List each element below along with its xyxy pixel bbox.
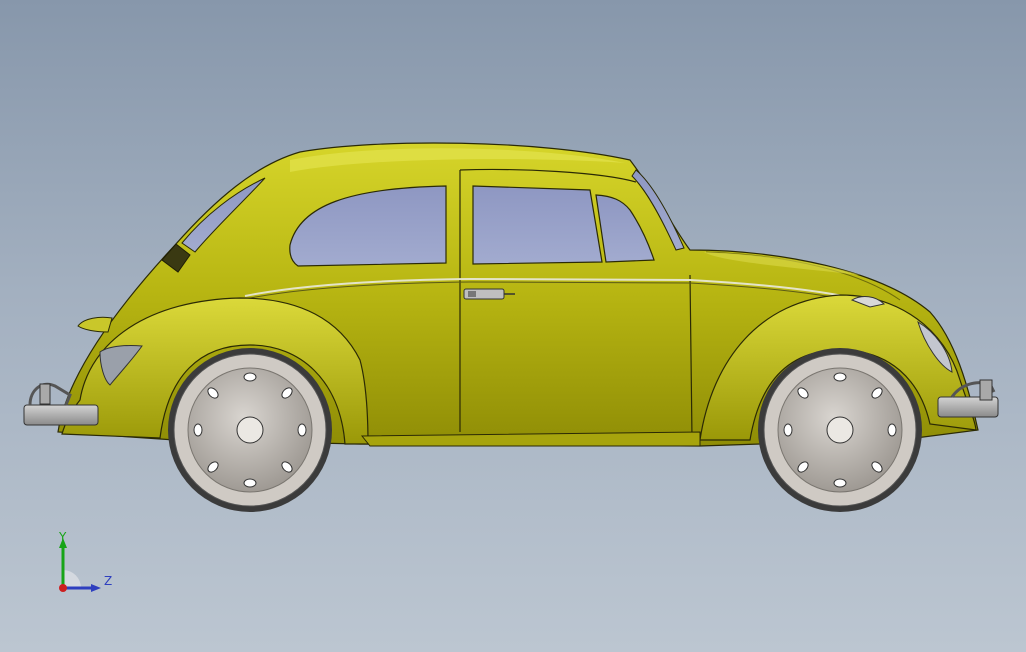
car-model[interactable] [0,0,1026,652]
rear-deck-lip [77,316,113,333]
front-wheel[interactable] [758,348,922,512]
rear-wheel[interactable] [168,348,332,512]
y-axis-label: Y [59,530,67,544]
coordinate-triad: Y Z [48,528,128,600]
door-window [472,185,603,265]
graphics-viewport[interactable]: Y Z [0,0,1026,652]
z-axis-label: Z [104,574,113,588]
x-axis-dot [59,584,67,592]
